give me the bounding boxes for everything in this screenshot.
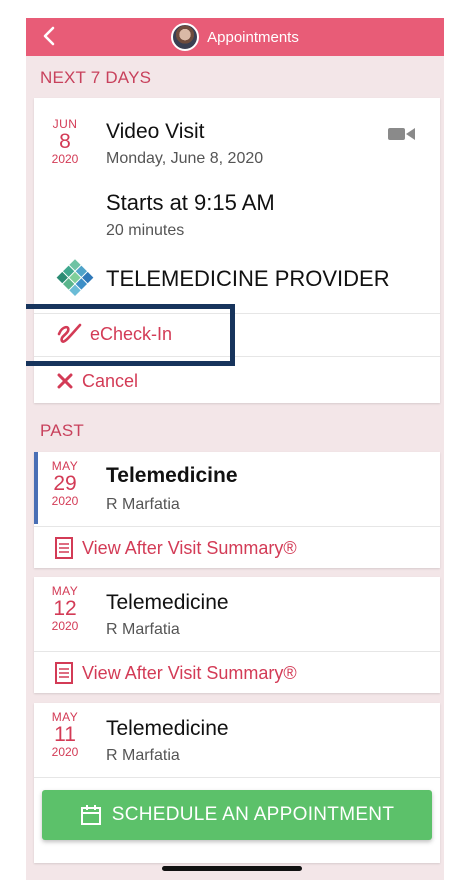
date-year: 2020 <box>51 152 79 166</box>
back-button[interactable] <box>34 21 64 51</box>
section-label-past: PAST <box>40 421 84 440</box>
past-appointment-card[interactable]: MAY 29 2020 Telemedicine R Marfatia View… <box>34 452 440 568</box>
appointment-title: Telemedicine <box>106 717 229 740</box>
appointment-date: MAY 29 2020 <box>34 460 96 507</box>
provider-logo-icon <box>56 259 94 296</box>
appointment-date: MAY 11 2020 <box>34 711 96 758</box>
video-camera-icon <box>388 128 415 140</box>
header-bar: Appointments <box>26 18 444 56</box>
appointment-provider: R Marfatia <box>106 496 180 513</box>
cancel-label: Cancel <box>82 370 139 391</box>
document-icon <box>55 537 73 559</box>
view-summary-link[interactable]: View After Visit Summary® <box>34 653 440 693</box>
appointment-duration: 20 minutes <box>106 222 185 239</box>
date-month: MAY <box>51 459 79 473</box>
appointment-provider: R Marfatia <box>106 747 180 764</box>
back-chevron-icon <box>43 26 55 46</box>
date-year: 2020 <box>51 745 79 759</box>
header-title-group: Appointments <box>26 18 444 56</box>
schedule-button-label: SCHEDULE AN APPOINTMENT <box>111 804 395 825</box>
divider <box>34 777 440 778</box>
appointment-date: MAY 12 2020 <box>34 585 96 632</box>
cancel-x-icon <box>57 373 73 389</box>
section-label-upcoming: NEXT 7 DAYS <box>40 68 152 87</box>
appointment-title: Telemedicine <box>106 591 229 614</box>
date-year: 2020 <box>51 494 79 508</box>
calendar-icon <box>80 805 101 825</box>
date-month: MAY <box>51 584 79 598</box>
echeckin-highlight-box <box>26 304 235 366</box>
divider <box>34 651 440 652</box>
document-icon <box>55 662 73 684</box>
phone-screen: Appointments NEXT 7 DAYS JUN 8 2020 Vide… <box>26 18 444 880</box>
view-summary-label: View After Visit Summary® <box>82 662 297 683</box>
home-indicator <box>162 866 302 871</box>
date-day: 11 <box>54 723 76 746</box>
schedule-appointment-button[interactable]: SCHEDULE AN APPOINTMENT <box>42 790 432 840</box>
view-summary-link[interactable]: View After Visit Summary® <box>34 528 440 568</box>
avatar <box>171 23 200 51</box>
cancel-button[interactable]: Cancel <box>34 361 440 401</box>
page-title: Appointments <box>207 28 299 46</box>
date-day: 29 <box>53 472 77 495</box>
appointment-provider: R Marfatia <box>106 621 180 638</box>
view-summary-label: View After Visit Summary® <box>82 537 297 558</box>
appointment-title: Video Visit <box>106 120 205 143</box>
appointment-date: JUN 8 2020 <box>34 118 96 165</box>
date-day: 12 <box>53 597 77 620</box>
provider-name: TELEMEDICINE PROVIDER <box>106 266 390 291</box>
date-month: JUN <box>52 117 78 131</box>
date-month: MAY <box>51 710 79 724</box>
appointment-date-text: Monday, June 8, 2020 <box>106 150 264 167</box>
appointment-start-time: Starts at 9:15 AM <box>106 190 275 215</box>
past-appointment-card[interactable]: MAY 12 2020 Telemedicine R Marfatia View… <box>34 577 440 693</box>
date-day: 8 <box>59 130 71 153</box>
divider <box>34 526 440 527</box>
date-year: 2020 <box>51 619 79 633</box>
appointment-title: Telemedicine <box>106 464 238 487</box>
